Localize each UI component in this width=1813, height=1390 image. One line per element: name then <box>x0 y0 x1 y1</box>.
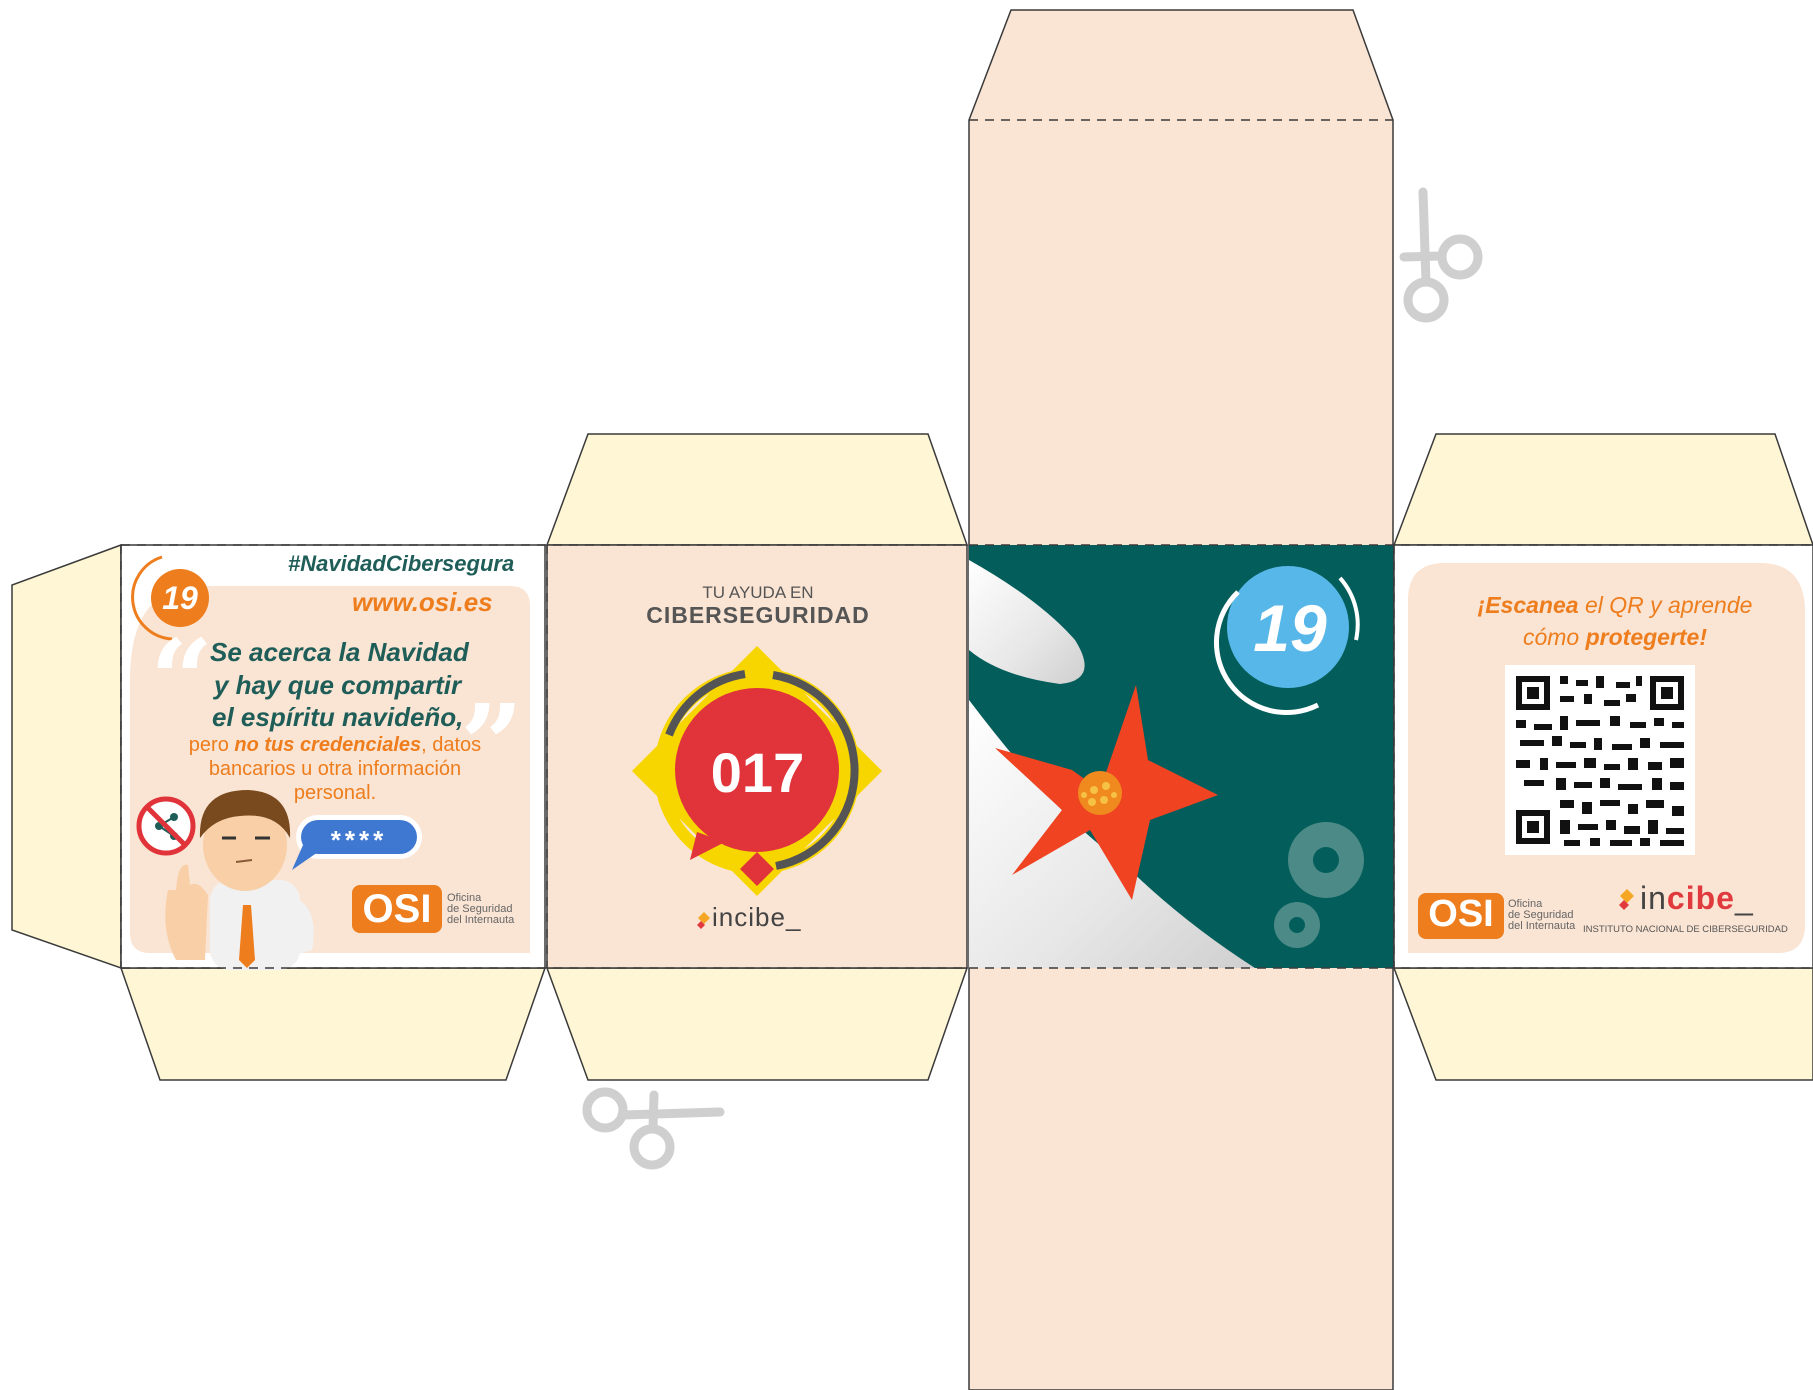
headline-line-1: Se acerca la Navidad <box>210 637 469 667</box>
flap-bottom-panel4 <box>1392 967 1813 1081</box>
osi-logo-text-right: OSI <box>1428 893 1494 935</box>
help-line-1: TU AYUDA EN <box>702 583 814 602</box>
flap-bottom-panel1 <box>119 967 547 1081</box>
flap-top-panel4 <box>1392 433 1813 546</box>
body-line-3: personal. <box>293 782 377 804</box>
qr-headline-2: cómo protegerte! <box>1522 624 1708 650</box>
incibe-subtitle: INSTITUTO NACIONAL DE CIBERSEGURIDAD <box>1583 924 1788 935</box>
gift-box-template: 19 #NavidadCibersegura www.osi.es “ ” Se… <box>0 0 1813 1390</box>
flap-top-panel2 <box>545 433 969 546</box>
flap-left-side <box>11 543 122 970</box>
osi-url[interactable]: www.osi.es <box>352 587 493 618</box>
body-line-2: bancarios u otra información <box>208 758 462 780</box>
osi-caption-left: Oficina de Seguridad del Internauta <box>447 892 515 926</box>
scissors-icon <box>582 1087 725 1170</box>
quote-open-mark: “ <box>150 615 214 744</box>
flap-bottom-panel2 <box>545 967 969 1081</box>
qr-headline-1: ¡Escanea el QR y aprende <box>1477 592 1753 618</box>
headline-line-3: el espíritu navideño, <box>212 702 464 732</box>
incibe-logo-017: incibe_ <box>712 902 802 932</box>
scissors-icon <box>1399 187 1483 323</box>
password-mask: **** <box>330 825 388 855</box>
hashtag: #NavidadCibersegura <box>288 551 515 576</box>
helpline-number: 017 <box>710 741 805 804</box>
help-line-2: CIBERSEGURIDAD <box>646 602 870 628</box>
qr-code[interactable] <box>1505 665 1695 855</box>
body-line-1: pero no tus credenciales, datos <box>188 734 482 756</box>
osi-logo-text-left: OSI <box>362 887 432 931</box>
osi-caption-right: Oficina de Seguridad del Internauta <box>1508 898 1576 932</box>
incibe-logo-qr: incibe_ <box>1640 880 1754 916</box>
headline-line-2: y hay que compartir <box>214 670 462 700</box>
no-share-icon <box>136 796 196 856</box>
day-number-front: 19 <box>1253 591 1327 665</box>
day-number-left: 19 <box>162 580 198 616</box>
